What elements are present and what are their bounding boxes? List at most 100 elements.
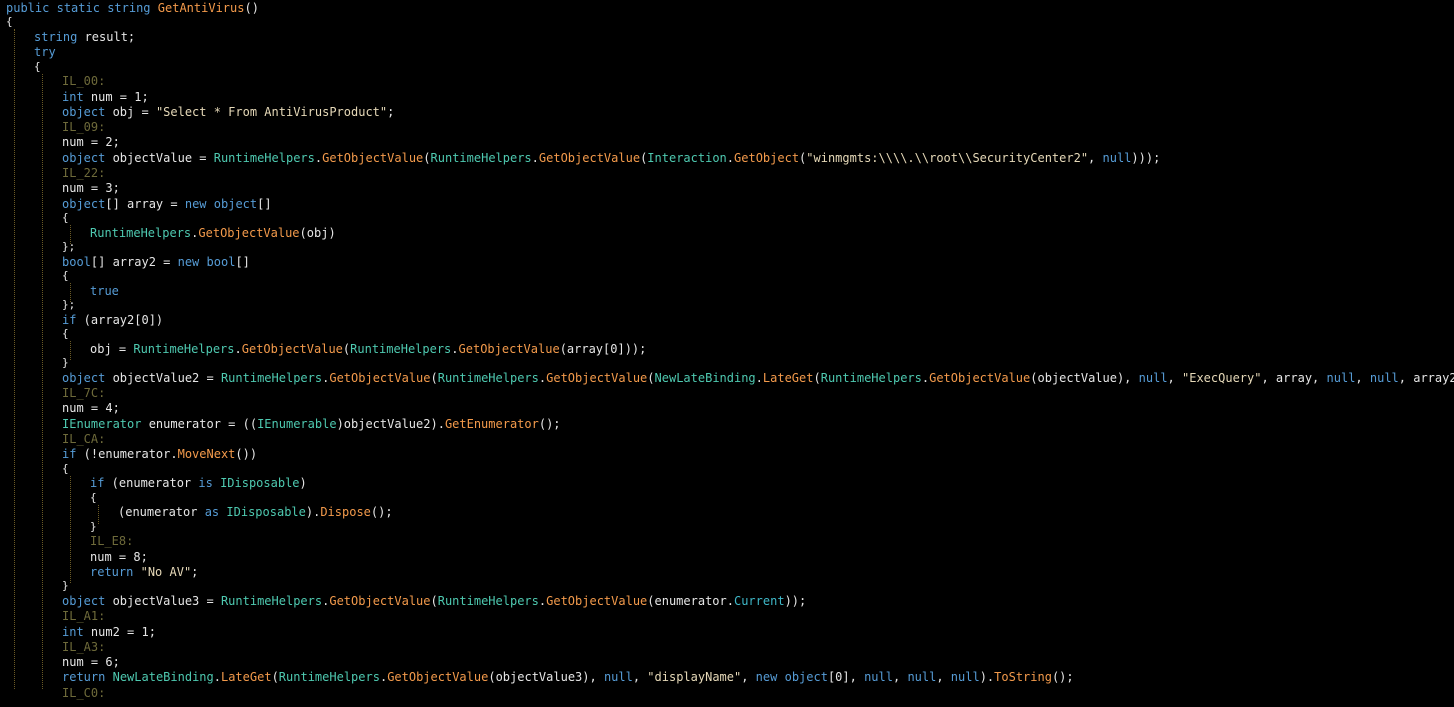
code-token: GetObjectValue bbox=[546, 594, 648, 609]
code-token: (array2[0]) bbox=[76, 312, 164, 327]
code-token: num = 3; bbox=[62, 181, 120, 196]
code-line: { bbox=[0, 462, 1454, 476]
code-token: , array2))); bbox=[1398, 370, 1454, 385]
code-token: null bbox=[907, 670, 937, 685]
code-token: (enumerator bbox=[104, 476, 199, 491]
code-line: num = 4; bbox=[0, 400, 1454, 416]
code-token: IL_7C: bbox=[62, 386, 106, 401]
code-token: (); bbox=[1051, 670, 1074, 685]
code-token: } bbox=[90, 519, 97, 533]
code-token: { bbox=[6, 15, 13, 29]
code-token: num = 2; bbox=[62, 135, 120, 150]
code-token: bool bbox=[206, 254, 236, 269]
code-token: [] bbox=[235, 254, 250, 269]
code-token: (enumerator bbox=[118, 505, 205, 520]
code-token: RuntimeHelpers bbox=[278, 670, 380, 685]
code-token: Interaction bbox=[647, 150, 727, 165]
code-token: LateGet bbox=[220, 670, 272, 685]
indent-guide bbox=[70, 475, 71, 584]
code-token: IL_C0: bbox=[62, 685, 106, 700]
code-token: IL_22: bbox=[62, 166, 106, 181]
code-token: NewLateBinding bbox=[654, 370, 756, 385]
code-token: try bbox=[34, 45, 56, 60]
code-token: ( bbox=[271, 670, 279, 685]
code-line: IL_09: bbox=[0, 119, 1454, 135]
code-token: GetEnumerator bbox=[444, 416, 539, 431]
code-token: enumerator = (( bbox=[141, 416, 258, 431]
code-line: object objectValue3 = RuntimeHelpers.Get… bbox=[0, 593, 1454, 609]
code-line: num = 6; bbox=[0, 654, 1454, 670]
code-line: RuntimeHelpers.GetObjectValue(obj) bbox=[0, 225, 1454, 241]
code-token: num = 1; bbox=[83, 89, 149, 104]
code-token: ( bbox=[430, 370, 438, 385]
code-line: }; bbox=[0, 240, 1454, 254]
code-line: object objectValue = RuntimeHelpers.GetO… bbox=[0, 150, 1454, 166]
code-token: public bbox=[6, 1, 50, 15]
code-token: as bbox=[204, 505, 220, 520]
code-token: (); bbox=[538, 416, 561, 431]
code-token: { bbox=[62, 210, 69, 224]
code-token: ). bbox=[979, 670, 995, 685]
code-token: int bbox=[62, 624, 84, 639]
code-token: num = 8; bbox=[90, 549, 148, 564]
code-token: return bbox=[62, 670, 106, 685]
code-token: new bbox=[177, 254, 200, 269]
code-line: } bbox=[0, 356, 1454, 370]
code-token: null bbox=[864, 670, 893, 685]
code-token: object bbox=[784, 670, 828, 685]
code-token: }; bbox=[62, 298, 76, 312]
code-token: GetObjectValue bbox=[538, 150, 641, 165]
code-token: IL_CA: bbox=[62, 432, 106, 446]
code-token: GetObjectValue bbox=[387, 670, 489, 685]
code-token: GetObjectValue bbox=[241, 341, 343, 356]
code-token: if bbox=[90, 476, 105, 491]
code-line: IL_A1: bbox=[0, 608, 1454, 624]
code-token: new bbox=[184, 196, 207, 211]
code-line: }; bbox=[0, 298, 1454, 312]
code-token: ; bbox=[387, 104, 395, 119]
code-token: NewLateBinding bbox=[112, 670, 214, 685]
code-token: null bbox=[603, 670, 633, 685]
code-token: . bbox=[726, 150, 735, 165]
code-token: RuntimeHelpers bbox=[213, 150, 315, 165]
code-token: [] bbox=[90, 254, 106, 269]
code-token: { bbox=[62, 327, 69, 341]
code-token: "winmgmts:\\\\.\\root\\SecurityCenter2" bbox=[806, 150, 1089, 165]
code-token: RuntimeHelpers bbox=[220, 594, 323, 609]
indent-guide bbox=[98, 504, 99, 524]
code-token: ( bbox=[423, 150, 431, 165]
code-line: object obj = "Select * From AntiVirusPro… bbox=[0, 104, 1454, 120]
code-token: objectValue2 = bbox=[105, 370, 221, 385]
code-token: objectValue3 = bbox=[105, 594, 221, 609]
code-token: null bbox=[950, 670, 980, 685]
code-token: , bbox=[936, 670, 951, 685]
code-token: RuntimeHelpers bbox=[430, 150, 532, 165]
code-token: { bbox=[62, 461, 69, 475]
code-token: if bbox=[62, 312, 77, 327]
code-token: ToString bbox=[994, 670, 1052, 685]
code-line: num = 2; bbox=[0, 134, 1454, 150]
code-token: RuntimeHelpers bbox=[437, 370, 539, 385]
code-token: RuntimeHelpers bbox=[90, 225, 192, 240]
code-token: ()) bbox=[235, 447, 258, 462]
code-token: }; bbox=[62, 239, 76, 253]
code-line: IL_CA: bbox=[0, 431, 1454, 447]
code-token: IDisposable bbox=[220, 476, 300, 491]
code-token: GetObject bbox=[734, 150, 800, 165]
indent-guide bbox=[70, 224, 71, 244]
code-token: [] bbox=[105, 196, 120, 211]
code-token: , bbox=[741, 670, 756, 685]
code-token: )objectValue2). bbox=[336, 416, 445, 431]
code-token: RuntimeHelpers bbox=[133, 341, 235, 356]
code-editor[interactable]: public static string GetAntiVirus(){stri… bbox=[0, 0, 1454, 707]
code-token: GetObjectValue bbox=[322, 150, 424, 165]
code-line: IL_00: bbox=[0, 73, 1454, 89]
code-token: (enumerator. bbox=[647, 594, 734, 609]
code-token: , bbox=[1088, 150, 1103, 165]
code-token: IL_00: bbox=[62, 74, 106, 89]
code-token: static bbox=[56, 1, 100, 15]
